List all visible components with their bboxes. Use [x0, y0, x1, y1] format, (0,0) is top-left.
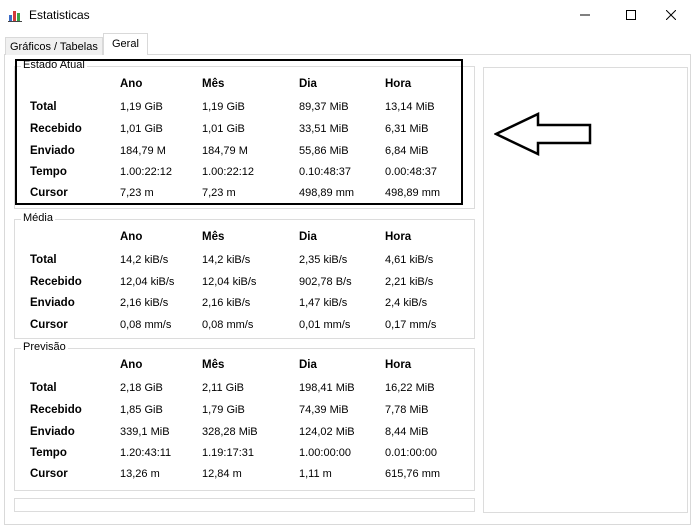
value-cell: 1.19:17:31 [202, 447, 254, 459]
value-cell: 124,02 MiB [299, 426, 355, 438]
row-label-recebido: Recebido [30, 123, 82, 135]
bottom-bar [14, 498, 475, 512]
value-cell: 6,84 MiB [385, 145, 429, 157]
value-cell: 0.10:48:37 [299, 166, 351, 178]
row-label-total: Total [30, 101, 57, 113]
row-label-tempo: Tempo [30, 166, 67, 178]
value-cell: 2,35 kiB/s [299, 254, 348, 266]
column-header-dia: Dia [299, 231, 317, 243]
value-cell: 13,14 MiB [385, 101, 435, 113]
value-cell: 328,28 MiB [202, 426, 258, 438]
value-cell: 2,18 GiB [120, 382, 163, 394]
close-icon [666, 10, 676, 20]
row-label-enviado: Enviado [30, 145, 75, 157]
tab-geral[interactable]: Geral [103, 33, 148, 55]
row-label-cursor: Cursor [30, 319, 68, 331]
value-cell: 1,19 GiB [202, 101, 245, 113]
column-header-dia: Dia [299, 359, 317, 371]
column-header-hora: Hora [385, 231, 412, 243]
row-label-recebido: Recebido [30, 404, 82, 416]
row-label-cursor: Cursor [30, 468, 68, 480]
column-header-mes: Mês [202, 359, 225, 371]
value-cell: 0,17 mm/s [385, 319, 437, 331]
value-cell: 2,16 kiB/s [202, 297, 251, 309]
value-cell: 2,21 kiB/s [385, 276, 434, 288]
value-cell: 1,11 m [299, 468, 332, 480]
arrow-left-icon [494, 112, 592, 156]
value-cell: 0,08 mm/s [120, 319, 172, 331]
value-cell: 7,78 MiB [385, 404, 429, 416]
value-cell: 7,23 m [120, 187, 154, 199]
minimize-button[interactable] [562, 0, 608, 30]
value-cell: 14,2 kiB/s [120, 254, 169, 266]
value-cell: 1.00:00:00 [299, 447, 351, 459]
column-header-mes: Mês [202, 78, 225, 90]
group-title-media: Média [21, 212, 55, 224]
value-cell: 0,08 mm/s [202, 319, 254, 331]
column-header-dia: Dia [299, 78, 317, 90]
value-cell: 7,23 m [202, 187, 236, 199]
value-cell: 1,01 GiB [120, 123, 163, 135]
column-header-mes: Mês [202, 231, 225, 243]
tab-graficos-tabelas[interactable]: Gráficos / Tabelas [5, 37, 103, 55]
value-cell: 4,61 kiB/s [385, 254, 434, 266]
value-cell: 1,85 GiB [120, 404, 163, 416]
column-header-ano: Ano [120, 78, 143, 90]
close-button[interactable] [648, 0, 694, 30]
row-label-total: Total [30, 254, 57, 266]
row-label-tempo: Tempo [30, 447, 67, 459]
minimize-icon [580, 14, 590, 16]
row-label-enviado: Enviado [30, 297, 75, 309]
group-title-previsao: Previsão [21, 341, 68, 353]
value-cell: 16,22 MiB [385, 382, 435, 394]
value-cell: 74,39 MiB [299, 404, 349, 416]
value-cell: 1,19 GiB [120, 101, 163, 113]
value-cell: 615,76 mm [385, 468, 441, 480]
value-cell: 2,11 GiB [202, 382, 244, 394]
value-cell: 2,16 kiB/s [120, 297, 169, 309]
value-cell: 55,86 MiB [299, 145, 349, 157]
column-header-hora: Hora [385, 359, 412, 371]
value-cell: 1.00:22:12 [202, 166, 254, 178]
value-cell: 0,01 mm/s [299, 319, 351, 331]
value-cell: 498,89 mm [299, 187, 355, 199]
value-cell: 198,41 MiB [299, 382, 355, 394]
column-header-ano: Ano [120, 359, 143, 371]
maximize-icon [626, 10, 636, 20]
bar-chart-icon [8, 11, 22, 22]
value-cell: 1.20:43:11 [120, 447, 172, 459]
value-cell: 1,01 GiB [202, 123, 245, 135]
value-cell: 89,37 MiB [299, 101, 349, 113]
value-cell: 14,2 kiB/s [202, 254, 251, 266]
value-cell: 33,51 MiB [299, 123, 349, 135]
value-cell: 184,79 M [120, 145, 166, 157]
column-header-ano: Ano [120, 231, 143, 243]
column-header-hora: Hora [385, 78, 412, 90]
value-cell: 339,1 MiB [120, 426, 170, 438]
value-cell: 0.00:48:37 [385, 166, 437, 178]
value-cell: 498,89 mm [385, 187, 441, 199]
value-cell: 1.00:22:12 [120, 166, 172, 178]
value-cell: 12,04 kiB/s [202, 276, 257, 288]
value-cell: 902,78 B/s [299, 276, 352, 288]
title-bar: Estatisticas [0, 0, 694, 30]
value-cell: 1,47 kiB/s [299, 297, 348, 309]
value-cell: 2,4 kiB/s [385, 297, 428, 309]
window-title: Estatisticas [29, 8, 90, 22]
row-label-total: Total [30, 382, 57, 394]
row-label-cursor: Cursor [30, 187, 68, 199]
value-cell: 12,84 m [202, 468, 242, 480]
value-cell: 13,26 m [120, 468, 160, 480]
value-cell: 8,44 MiB [385, 426, 429, 438]
row-label-enviado: Enviado [30, 426, 75, 438]
row-label-recebido: Recebido [30, 276, 82, 288]
value-cell: 12,04 kiB/s [120, 276, 175, 288]
value-cell: 0.01:00:00 [385, 447, 437, 459]
value-cell: 1,79 GiB [202, 404, 245, 416]
value-cell: 6,31 MiB [385, 123, 429, 135]
value-cell: 184,79 M [202, 145, 248, 157]
